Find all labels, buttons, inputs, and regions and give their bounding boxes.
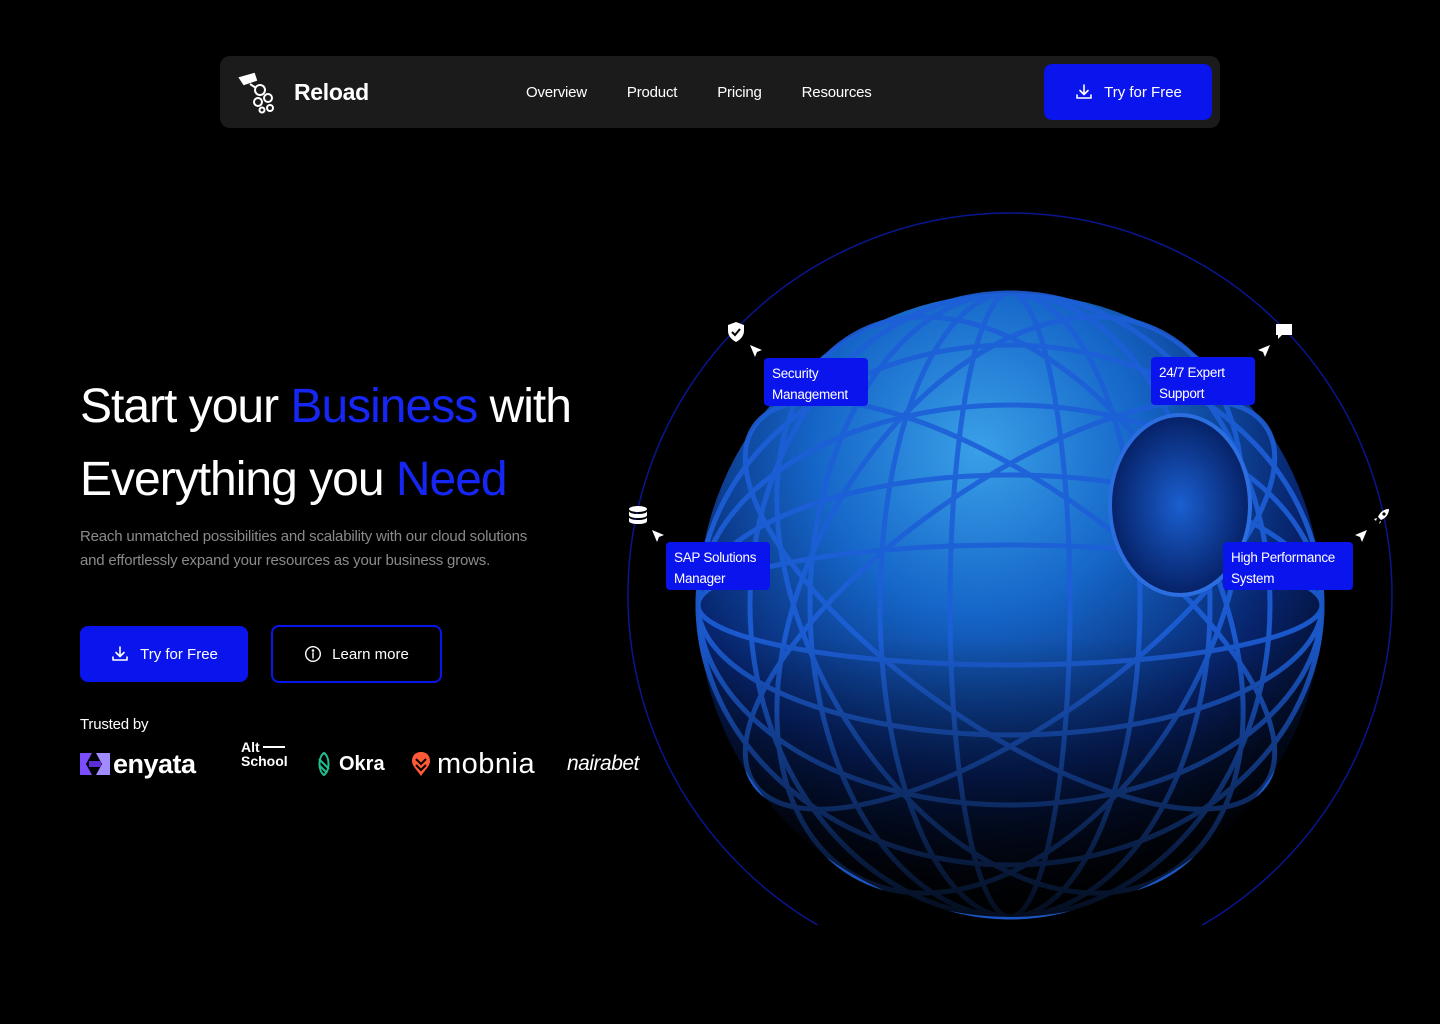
nav-try-free-button[interactable]: Try for Free <box>1044 64 1212 120</box>
okra-logo: Okra <box>315 751 385 777</box>
okra-wordmark: Okra <box>339 752 385 775</box>
hero-subtitle: Reach unmatched possibilities and scalab… <box>80 528 528 569</box>
altschool-word-1: Alt <box>241 739 260 755</box>
tag-hp-line2: System <box>1231 571 1275 586</box>
nav-link-product[interactable]: Product <box>627 84 677 101</box>
brand-name: Reload <box>294 78 369 105</box>
download-icon <box>112 646 128 661</box>
tag-security-line2: Management <box>772 387 848 402</box>
shield-check-icon <box>728 322 744 342</box>
altschool-word-2: School <box>241 753 288 769</box>
tag-security-management: Security Management <box>764 358 868 406</box>
tag-support-line1: 24/7 Expert <box>1159 365 1225 380</box>
headline-line1-a: Start your <box>80 380 291 433</box>
learn-more-label: Learn more <box>332 645 409 663</box>
learn-more-button[interactable]: Learn more <box>271 625 442 683</box>
tag-sap-line1: SAP Solutions <box>674 550 757 565</box>
navbar: Reload Overview Product Pricing Resource… <box>220 56 1220 128</box>
main-menu: Overview Product Pricing Resources <box>526 56 872 128</box>
hero-headline: Start your Business with Everything you … <box>80 370 640 516</box>
tag-security-line1: Security <box>772 366 819 381</box>
headline-line2-a: Everything you <box>80 453 396 506</box>
cursor-icon <box>750 345 762 357</box>
nav-try-free-label: Try for Free <box>1104 83 1182 101</box>
tag-expert-support: 24/7 Expert Support <box>1151 357 1255 405</box>
brand[interactable]: Reload <box>236 70 369 114</box>
altschool-underline <box>263 746 285 748</box>
tag-high-performance: High Performance System <box>1223 542 1353 590</box>
brand-logo-icon <box>238 72 274 114</box>
altschool-logo: Alt School <box>241 740 288 768</box>
enyata-wordmark: enyata <box>113 748 196 779</box>
download-icon <box>1076 84 1092 99</box>
hero-try-free-label: Try for Free <box>140 645 218 663</box>
info-icon <box>305 645 322 663</box>
chat-icon <box>1276 324 1292 339</box>
enyata-logo: enyata <box>80 749 196 780</box>
tag-hp-line1: High Performance <box>1231 550 1335 565</box>
enyata-mark-icon <box>80 753 110 775</box>
nav-link-pricing[interactable]: Pricing <box>717 84 762 101</box>
cursor-icon <box>1355 530 1367 542</box>
tag-sap-line2: Manager <box>674 571 726 586</box>
mobnia-logo: mobnia <box>411 748 535 781</box>
nav-link-overview[interactable]: Overview <box>526 84 587 101</box>
cursor-icon <box>1258 345 1270 357</box>
rocket-icon <box>1374 509 1389 524</box>
database-icon <box>629 506 647 524</box>
headline-line1-b: with <box>477 380 572 433</box>
headline-accent-business: Business <box>290 380 478 433</box>
cursor-icon <box>652 530 664 542</box>
mobnia-mark-icon <box>412 752 430 776</box>
trusted-by-label: Trusted by <box>80 716 149 733</box>
nav-link-resources[interactable]: Resources <box>802 84 872 101</box>
headline-accent-need: Need <box>395 453 508 506</box>
hero-try-free-button[interactable]: Try for Free <box>80 626 248 682</box>
tag-support-line2: Support <box>1159 386 1205 401</box>
tag-sap-solutions: SAP Solutions Manager <box>666 542 770 590</box>
mobnia-wordmark: mobnia <box>437 747 536 780</box>
okra-mark-icon <box>318 751 330 777</box>
